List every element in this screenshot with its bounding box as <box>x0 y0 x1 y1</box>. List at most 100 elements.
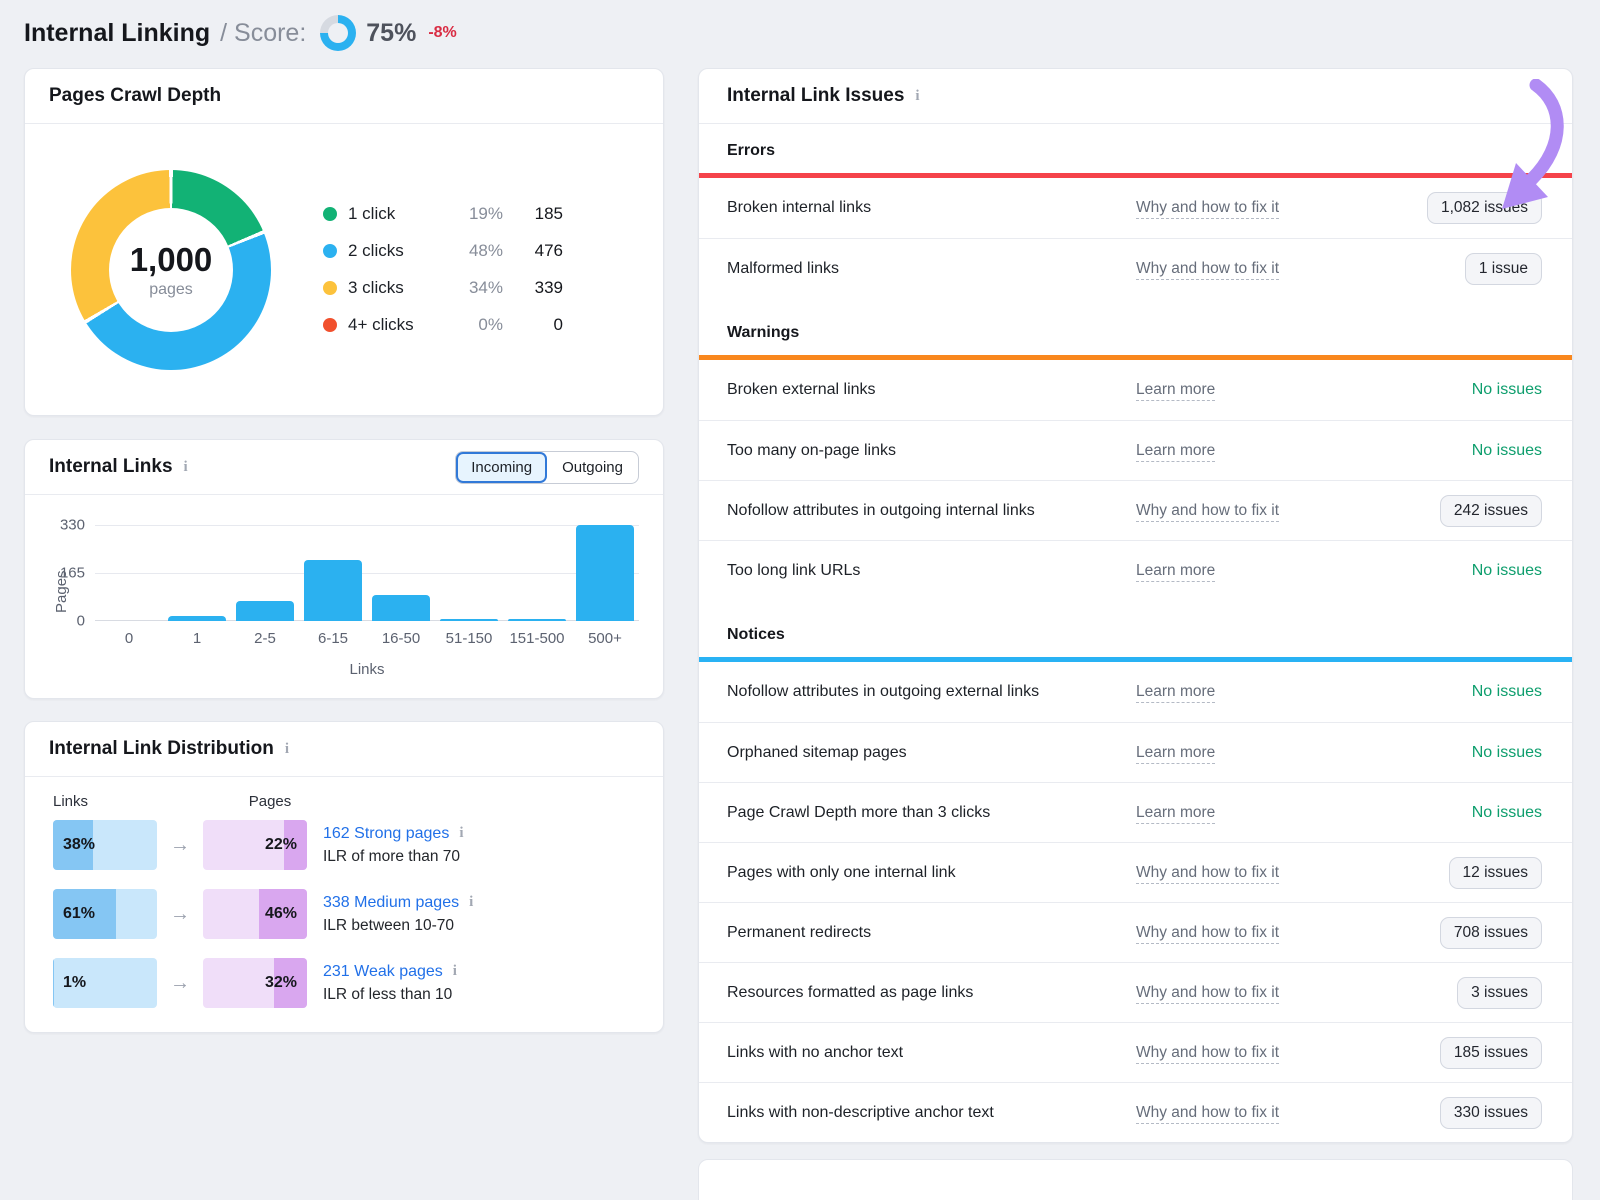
bar-slot <box>367 525 435 621</box>
pages-crawl-depth-title: Pages Crawl Depth <box>49 85 221 107</box>
issue-row: Permanent redirectsWhy and how to fix it… <box>699 902 1572 962</box>
pages-link[interactable]: 231 Weak pages <box>323 963 443 981</box>
legend-color-dot <box>323 244 337 258</box>
issue-link-column: Learn more <box>1136 744 1384 762</box>
section-rows: Broken external linksLearn moreNo issues… <box>699 360 1572 600</box>
links-bar: 1% <box>53 958 157 1008</box>
issue-right-column: No issues <box>1384 381 1542 399</box>
issue-link-column: Why and how to fix it <box>1136 260 1384 278</box>
issue-help-link[interactable]: Why and how to fix it <box>1136 864 1279 884</box>
info-icon[interactable]: i <box>467 894 475 911</box>
issue-help-link[interactable]: Learn more <box>1136 381 1215 401</box>
distribution-header: Internal Link Distribution i <box>25 722 663 777</box>
legend-count: 476 <box>503 241 563 261</box>
toggle-outgoing[interactable]: Outgoing <box>547 452 638 483</box>
legend-label: 4+ clicks <box>348 315 451 335</box>
bar <box>168 616 226 621</box>
issue-help-link[interactable]: Why and how to fix it <box>1136 1104 1279 1124</box>
legend-percent: 19% <box>451 204 503 224</box>
donut-total-pages: 1,000 <box>130 241 213 279</box>
issue-help-link[interactable]: Learn more <box>1136 744 1215 764</box>
links-percent: 38% <box>63 836 95 854</box>
issue-row: Orphaned sitemap pagesLearn more No issue… <box>699 722 1572 782</box>
issues-count-button[interactable]: 3 issues <box>1457 977 1542 1009</box>
issues-header: Internal Link Issues i <box>699 69 1572 124</box>
issue-help-link[interactable]: Why and how to fix it <box>1136 502 1279 522</box>
page-header: Internal Linking / Score: 75% -8% <box>24 14 1576 52</box>
issue-link-column: Why and how to fix it <box>1136 864 1384 882</box>
issue-link-column: Why and how to fix it <box>1136 1044 1384 1062</box>
distribution-body: Links Pages 38%→22%162 Strong pagesiILR … <box>25 777 663 1032</box>
legend-label: 1 click <box>348 204 451 224</box>
issue-link-column: Why and how to fix it <box>1136 502 1384 520</box>
issue-link-column: Why and how to fix it <box>1136 199 1384 217</box>
pages-bar: 22% <box>203 820 307 870</box>
donut-total-label: pages <box>149 281 193 299</box>
issue-help-link[interactable]: Learn more <box>1136 683 1215 703</box>
y-tick-label: 330 <box>60 517 85 534</box>
pages-percent: 22% <box>265 836 297 854</box>
issue-link-column: Why and how to fix it <box>1136 1104 1384 1122</box>
x-tick-label: 51-150 <box>435 630 503 647</box>
issues-count-button[interactable]: 1 issue <box>1465 253 1542 285</box>
legend-row: 2 clicks48%476 <box>323 233 563 270</box>
internal-link-distribution-card: Internal Link Distribution i Links Pages… <box>24 721 664 1033</box>
legend-count: 185 <box>503 204 563 224</box>
issue-help-link[interactable]: Why and how to fix it <box>1136 199 1279 219</box>
toggle-incoming[interactable]: Incoming <box>456 452 547 483</box>
issue-row: Nofollow attributes in outgoing external… <box>699 662 1572 722</box>
issue-label: Orphaned sitemap pages <box>727 744 1136 762</box>
legend-row: 1 click19%185 <box>323 196 563 233</box>
distribution-link-line: 338 Medium pages i <box>323 894 475 912</box>
issues-count-button[interactable]: 1,082 issues <box>1427 192 1542 224</box>
issues-count-button[interactable]: 12 issues <box>1449 857 1542 889</box>
info-icon[interactable]: i <box>913 88 921 105</box>
issue-help-link[interactable]: Why and how to fix it <box>1136 1044 1279 1064</box>
info-icon[interactable]: i <box>182 459 190 476</box>
no-issues-status: No issues <box>1472 804 1542 822</box>
x-axis-ticks: 012-56-1516-5051-150151-500500+ <box>95 630 639 647</box>
issues-count-button[interactable]: 330 issues <box>1440 1097 1542 1129</box>
issue-label: Links with non-descriptive anchor text <box>727 1104 1136 1122</box>
info-icon[interactable]: i <box>451 963 459 980</box>
section-heading-notices: Notices <box>699 600 1572 657</box>
x-axis-title: Links <box>95 661 639 678</box>
ilr-description: ILR of less than 10 <box>323 986 459 1004</box>
bar <box>576 525 634 621</box>
issues-count-button[interactable]: 242 issues <box>1440 495 1542 527</box>
internal-links-chart: Pages 3301650 012-56-1516-5051-150151-50… <box>25 495 663 698</box>
internal-linking-report: Internal Linking / Score: 75% -8% Pages … <box>0 0 1600 1200</box>
distribution-text: 338 Medium pages i ILR between 10-70 <box>323 894 475 935</box>
issue-label: Links with no anchor text <box>727 1044 1136 1062</box>
ilr-description: ILR between 10-70 <box>323 917 475 935</box>
info-icon[interactable]: i <box>457 825 465 842</box>
distribution-text: 231 Weak pages i ILR of less than 10 <box>323 963 459 1004</box>
issue-help-link[interactable]: Learn more <box>1136 442 1215 462</box>
bar-slot <box>571 525 639 621</box>
y-tick-label: 0 <box>77 613 85 630</box>
distribution-row: 1%→32%231 Weak pagesiILR of less than 10 <box>53 958 635 1008</box>
issue-help-link[interactable]: Why and how to fix it <box>1136 260 1279 280</box>
legend-count: 339 <box>503 278 563 298</box>
issues-count-button[interactable]: 708 issues <box>1440 917 1542 949</box>
crawl-depth-legend: 1 click19%1852 clicks48%4763 clicks34%33… <box>323 196 563 344</box>
x-tick-label: 0 <box>95 630 163 647</box>
bar <box>236 601 294 621</box>
pages-link[interactable]: 162 Strong pages <box>323 825 449 843</box>
issue-help-link[interactable]: Learn more <box>1136 804 1215 824</box>
pages-link[interactable]: 338 Medium pages <box>323 894 459 912</box>
arrow-right-icon: → <box>157 903 203 926</box>
issue-help-link[interactable]: Why and how to fix it <box>1136 924 1279 944</box>
pages-bar: 32% <box>203 958 307 1008</box>
issue-row: Broken internal linksWhy and how to fix … <box>699 178 1572 238</box>
legend-row: 4+ clicks0%0 <box>323 307 563 344</box>
info-icon[interactable]: i <box>283 741 291 758</box>
issue-help-link[interactable]: Learn more <box>1136 562 1215 582</box>
issue-help-link[interactable]: Why and how to fix it <box>1136 984 1279 1004</box>
y-tick-label: 165 <box>60 565 85 582</box>
legend-percent: 48% <box>451 241 503 261</box>
no-issues-status: No issues <box>1472 744 1542 762</box>
crawl-depth-donut-chart: 1,000 pages <box>71 170 271 370</box>
pages-column-header: Pages <box>203 793 307 810</box>
issues-count-button[interactable]: 185 issues <box>1440 1037 1542 1069</box>
